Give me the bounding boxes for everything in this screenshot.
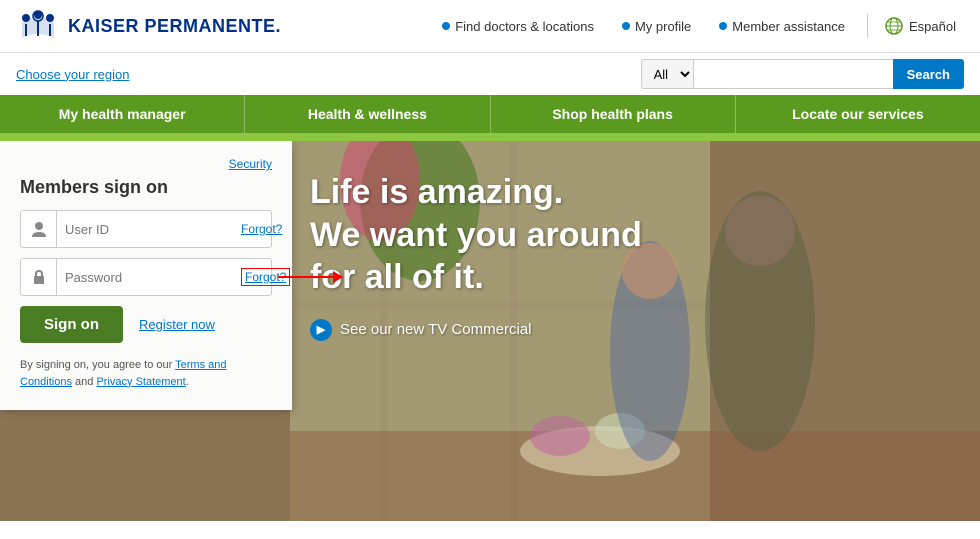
password-field-wrap: Forgot? xyxy=(57,260,298,294)
espanol-label: Español xyxy=(909,19,956,34)
member-assistance-label: Member assistance xyxy=(732,19,845,34)
globe-icon xyxy=(884,16,904,36)
choose-region-link[interactable]: Choose your region xyxy=(16,67,129,82)
dot-icon xyxy=(719,22,727,30)
green-bar xyxy=(0,133,980,141)
search-area: All Search xyxy=(641,59,964,89)
header: KAISER PERMANENTE. Find doctors & locati… xyxy=(0,0,980,53)
arrow-line xyxy=(278,276,333,278)
my-profile-link[interactable]: My profile xyxy=(608,19,705,34)
hero-cta[interactable]: ▶ See our new TV Commercial xyxy=(310,319,642,341)
btn-row: Sign on Register now xyxy=(20,306,272,343)
userid-field[interactable] xyxy=(65,212,241,246)
security-link[interactable]: Security xyxy=(20,157,272,171)
nav-item-locate[interactable]: Locate our services xyxy=(736,95,980,133)
hero-line2: We want you around xyxy=(310,216,642,254)
search-input[interactable] xyxy=(693,59,893,89)
search-button[interactable]: Search xyxy=(893,59,964,89)
password-input-row: Forgot? xyxy=(20,258,272,296)
logo-area: KAISER PERMANENTE. xyxy=(16,8,281,44)
nav-bar: My health manager Health & wellness Shop… xyxy=(0,95,980,133)
nav-item-wellness[interactable]: Health & wellness xyxy=(245,95,490,133)
header-divider xyxy=(867,14,868,38)
userid-field-wrap: Forgot? xyxy=(57,212,290,246)
dot-icon xyxy=(442,22,450,30)
register-link[interactable]: Register now xyxy=(139,317,215,332)
arrow-head xyxy=(333,271,343,283)
dot-icon xyxy=(622,22,630,30)
password-field[interactable] xyxy=(65,260,241,294)
hero-text: Life is amazing. We want you around for … xyxy=(310,171,642,341)
find-doctors-label: Find doctors & locations xyxy=(455,19,594,34)
privacy-link[interactable]: Privacy Statement xyxy=(96,376,185,388)
header-links: Find doctors & locations My profile Memb… xyxy=(428,19,859,34)
logo-text: KAISER PERMANENTE. xyxy=(68,16,281,37)
terms-prefix: By signing on, you agree to our xyxy=(20,359,172,371)
lock-icon xyxy=(21,259,57,295)
header-right: Find doctors & locations My profile Memb… xyxy=(428,14,964,38)
user-icon xyxy=(21,211,57,247)
hero-line1: Life is amazing. xyxy=(310,173,563,211)
signin-panel: Security Members sign on Forgot? xyxy=(0,141,292,410)
member-assistance-link[interactable]: Member assistance xyxy=(705,19,859,34)
nav-item-health-manager[interactable]: My health manager xyxy=(0,95,245,133)
search-category-select[interactable]: All xyxy=(641,59,693,89)
terms-and: and xyxy=(75,376,93,388)
main-content: Life is amazing. We want you around for … xyxy=(0,141,980,521)
find-doctors-link[interactable]: Find doctors & locations xyxy=(428,19,608,34)
play-icon: ▶ xyxy=(310,319,332,341)
userid-input-row: Forgot? xyxy=(20,210,272,248)
sub-header: Choose your region All Search xyxy=(0,53,980,95)
terms-suffix: . xyxy=(186,376,189,388)
terms-text: By signing on, you agree to our Terms an… xyxy=(20,357,272,390)
signin-button[interactable]: Sign on xyxy=(20,306,123,343)
signin-title: Members sign on xyxy=(20,177,272,198)
hero-cta-label: See our new TV Commercial xyxy=(340,321,531,338)
kaiser-logo-icon xyxy=(16,8,60,44)
espanol-link[interactable]: Español xyxy=(876,16,964,36)
hero-headline: Life is amazing. We want you around for … xyxy=(310,171,642,299)
arrow-indicator xyxy=(278,271,343,283)
nav-item-shop-plans[interactable]: Shop health plans xyxy=(491,95,736,133)
userid-forgot-link[interactable]: Forgot? xyxy=(241,222,282,236)
my-profile-label: My profile xyxy=(635,19,691,34)
